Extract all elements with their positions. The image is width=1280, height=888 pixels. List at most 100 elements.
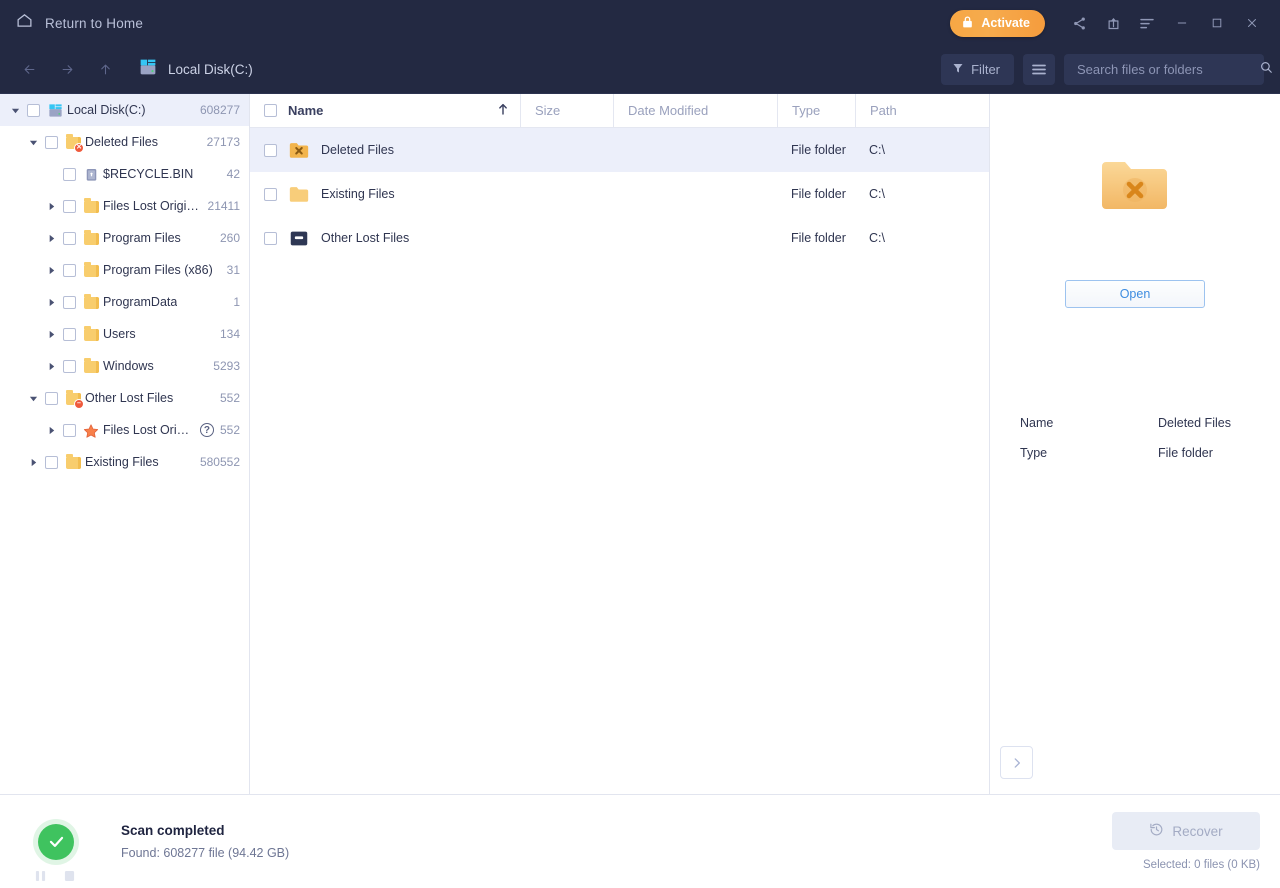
cell-name: Deleted Files [250, 128, 520, 172]
chevron-down-icon[interactable] [26, 135, 40, 149]
stop-icon [64, 869, 75, 887]
tree-item-checkbox[interactable] [45, 455, 58, 469]
chevron-right-icon[interactable] [26, 455, 40, 469]
chevron-right-icon[interactable] [44, 295, 58, 309]
meta-value: File folder [1158, 446, 1213, 460]
tree-item-users[interactable]: Users 134 [0, 318, 249, 350]
share-icon[interactable] [1063, 7, 1095, 39]
recover-button[interactable]: Recover [1112, 812, 1260, 850]
minus-badge-icon: – [74, 398, 84, 409]
column-header-size[interactable]: Size [520, 94, 613, 127]
chevron-down-icon[interactable] [26, 391, 40, 405]
chevron-right-icon[interactable] [1000, 746, 1033, 779]
tree-item-programdata[interactable]: ProgramData 1 [0, 286, 249, 318]
column-header-date[interactable]: Date Modified [613, 94, 777, 127]
column-header-name[interactable]: Name [250, 94, 520, 127]
disk-icon [138, 58, 158, 81]
breadcrumb[interactable]: Local Disk(C:) [138, 58, 253, 81]
cell-path: C:\ [869, 187, 885, 201]
tree-item-checkbox[interactable] [27, 103, 40, 117]
table-row-deleted-files[interactable]: Deleted Files File folder C:\ [250, 128, 989, 172]
menu-icon[interactable] [1131, 7, 1163, 39]
tree-item-files-lost-original-di[interactable]: Files Lost Original Di… 21411 [0, 190, 249, 222]
tree-item-files-lost-original[interactable]: Files Lost Original …? 552 [0, 414, 249, 446]
tree-item-checkbox[interactable] [63, 359, 76, 373]
scan-status-text: Scan completed Found: 608277 file (94.42… [121, 823, 289, 860]
search-icon[interactable] [1259, 60, 1273, 79]
tree-item-checkbox[interactable] [63, 199, 76, 213]
chevron-down-icon[interactable] [8, 103, 22, 117]
tree-item-checkbox[interactable] [45, 391, 58, 405]
table-row-other-lost-files[interactable]: Other Lost Files File folder C:\ [250, 216, 989, 260]
forward-arrow-icon[interactable] [48, 53, 86, 87]
tree-item-checkbox[interactable] [45, 135, 58, 149]
export-icon[interactable] [1097, 7, 1129, 39]
folder-icon [83, 198, 100, 215]
delete-badge-icon: ✕ [74, 142, 84, 153]
scan-status-icon-wrap [35, 823, 84, 881]
close-icon[interactable] [1235, 7, 1268, 39]
disk-icon [47, 102, 64, 119]
tree-item-checkbox[interactable] [63, 167, 76, 181]
column-header-type[interactable]: Type [777, 94, 855, 127]
activate-button[interactable]: Activate [950, 9, 1045, 37]
chevron-right-icon[interactable] [44, 327, 58, 341]
row-checkbox[interactable] [264, 231, 277, 245]
return-to-home-label: Return to Home [45, 15, 144, 31]
tree-item-deleted-files[interactable]: ✕ Deleted Files 27173 [0, 126, 249, 158]
select-all-checkbox[interactable] [264, 104, 277, 117]
chevron-right-icon[interactable] [44, 423, 58, 437]
search-box[interactable] [1064, 54, 1272, 85]
column-header-size-label: Size [535, 103, 561, 118]
tree-item-program-files-x86[interactable]: Program Files (x86) 31 [0, 254, 249, 286]
cell-date [613, 216, 777, 260]
filter-label: Filter [971, 62, 1000, 77]
arrow-up-icon[interactable] [498, 103, 508, 118]
tree-item-recycle-bin[interactable]: $RECYCLE.BIN 42 [0, 158, 249, 190]
filter-button[interactable]: Filter [941, 54, 1014, 85]
tree-item-checkbox[interactable] [63, 327, 76, 341]
tree-item-label: Program Files (x86) [103, 263, 213, 277]
activate-label: Activate [981, 16, 1030, 30]
minimize-icon[interactable] [1165, 7, 1198, 39]
chevron-right-icon[interactable] [44, 263, 58, 277]
tree-item-windows[interactable]: Windows 5293 [0, 350, 249, 382]
table-row-existing-files[interactable]: Existing Files File folder C:\ [250, 172, 989, 216]
up-arrow-icon[interactable] [86, 53, 124, 87]
maximize-icon[interactable] [1200, 7, 1233, 39]
meta-row: Name Deleted Files [1020, 416, 1250, 430]
chevron-right-icon[interactable] [44, 359, 58, 373]
app-window: Return to Home Activate Local Disk(C:) F… [0, 0, 1280, 888]
tree-item-label: Users [103, 327, 136, 341]
column-header-path[interactable]: Path [855, 94, 989, 127]
cell-name: Other Lost Files [250, 216, 520, 260]
tree-item-label: $RECYCLE.BIN [103, 167, 194, 181]
tree-item-label: Windows [103, 359, 154, 373]
return-to-home-button[interactable]: Return to Home [16, 12, 143, 34]
meta-key: Name [1020, 416, 1054, 430]
status-bar: Scan completed Found: 608277 file (94.42… [0, 794, 1280, 888]
tree-item-checkbox[interactable] [63, 263, 76, 277]
file-list-rows: Deleted Files File folder C:\ Existing File… [250, 128, 989, 794]
tree-item-other-lost-files[interactable]: – Other Lost Files 552 [0, 382, 249, 414]
folder-tree-sidebar[interactable]: Local Disk(C:) 608277 ✕ Deleted Files 27173 $… [0, 94, 250, 794]
tree-item-checkbox[interactable] [63, 231, 76, 245]
open-button[interactable]: Open [1065, 280, 1205, 308]
row-checkbox[interactable] [264, 187, 277, 201]
tree-item-program-files[interactable]: Program Files 260 [0, 222, 249, 254]
hamburger-icon[interactable] [1023, 54, 1055, 85]
tree-item-local-disk-c[interactable]: Local Disk(C:) 608277 [0, 94, 249, 126]
search-input[interactable] [1077, 62, 1253, 77]
chevron-right-icon[interactable] [44, 231, 58, 245]
tree-item-label: Files Lost Original Di… [103, 199, 202, 213]
cell-path: C:\ [869, 143, 885, 157]
tree-item-existing-files[interactable]: Existing Files 580552 [0, 446, 249, 478]
tree-item-checkbox[interactable] [63, 295, 76, 309]
tree-item-checkbox[interactable] [63, 423, 76, 437]
file-list-header: Name Size Date Modified Type Path [250, 94, 989, 128]
check-circle-icon [38, 823, 74, 860]
chevron-right-icon[interactable] [44, 199, 58, 213]
row-checkbox[interactable] [264, 143, 277, 157]
back-arrow-icon[interactable] [10, 53, 48, 87]
help-icon[interactable]: ? [199, 423, 214, 437]
